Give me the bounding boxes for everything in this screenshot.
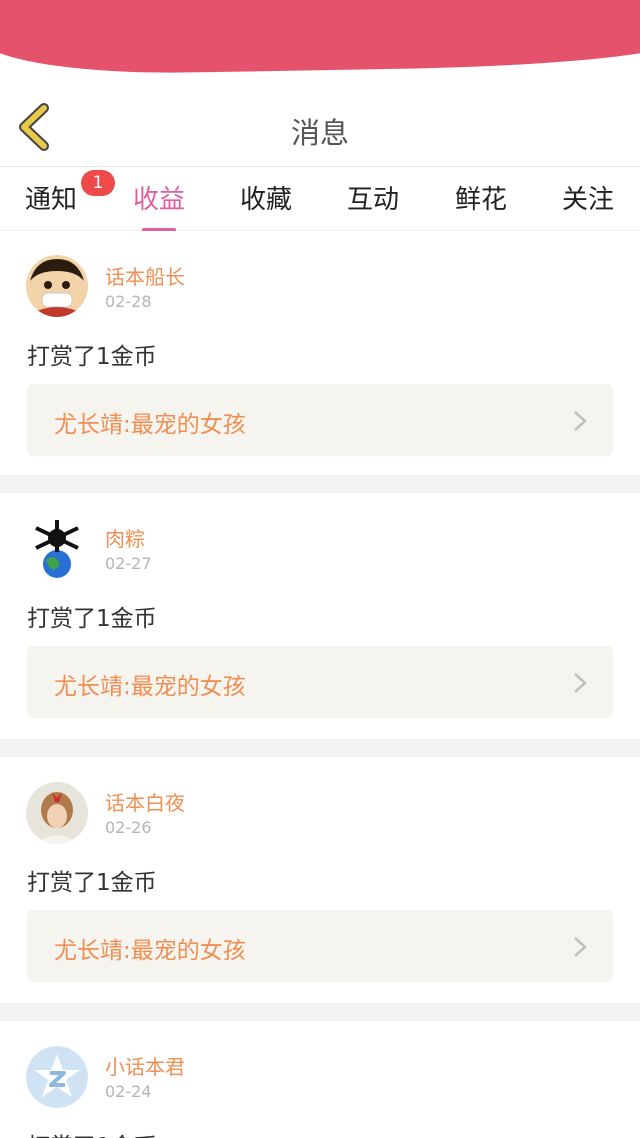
username[interactable]: 话本白夜 (105, 787, 185, 816)
message-text: 打赏了1金币 (27, 870, 157, 896)
username[interactable]: 肉粽 (105, 523, 145, 552)
chevron-right-icon (574, 937, 587, 957)
work-link[interactable]: 尤长靖:最宠的女孩 (27, 910, 613, 982)
work-link[interactable]: 尤长靖:最宠的女孩 (27, 646, 613, 718)
tab-favorites[interactable]: 收藏 (226, 179, 306, 216)
tab-follow[interactable]: 关注 (548, 179, 628, 216)
message-card: 话本白夜 02-26 打赏了1金币 尤长靖:最宠的女孩 (0, 757, 640, 1003)
message-card: 肉粽 02-27 打赏了1金币 尤长靖:最宠的女孩 (0, 493, 640, 739)
tab-label: 关注 (561, 185, 614, 215)
work-title: 尤长靖:最宠的女孩 (54, 674, 246, 700)
tab-label: 鲜花 (454, 185, 507, 215)
tab-notice[interactable]: 通知 1 (11, 170, 115, 216)
page-title: 消息 (290, 116, 349, 150)
username[interactable]: 话本船长 (105, 261, 185, 290)
username[interactable]: 小话本君 (105, 1051, 185, 1080)
user-avatar[interactable] (26, 1046, 88, 1108)
globe-avatar-icon (26, 518, 88, 580)
user-avatar[interactable] (26, 782, 88, 844)
message-date: 02-24 (105, 1082, 152, 1101)
message-date: 02-28 (105, 292, 152, 311)
tab-flowers[interactable]: 鲜花 (441, 179, 521, 216)
tab-earnings[interactable]: 收益 (119, 179, 199, 232)
tab-label: 通知 (24, 185, 77, 215)
tab-bar: 通知 1 收益 收藏 互动 鲜花 关注 (0, 167, 640, 232)
message-text: 打赏了1金币 (27, 606, 157, 632)
work-link[interactable]: 尤长靖:最宠的女孩 (27, 384, 613, 456)
tab-interaction[interactable]: 互动 (333, 179, 413, 216)
chevron-right-icon (574, 411, 587, 431)
unread-badge: 1 (81, 170, 115, 196)
redaction-scribble (0, 0, 640, 77)
message-date: 02-26 (105, 818, 152, 837)
user-avatar[interactable] (26, 518, 88, 580)
logo-avatar-icon (26, 1046, 88, 1108)
work-title: 尤长靖:最宠的女孩 (54, 938, 246, 964)
message-text: 打赏了1金币 (27, 344, 157, 370)
user-avatar[interactable] (26, 255, 88, 317)
tab-label: 收益 (132, 185, 185, 215)
message-text: 打赏了1金币 (27, 1127, 157, 1138)
message-date: 02-27 (105, 554, 152, 573)
work-title: 尤长靖:最宠的女孩 (54, 412, 246, 438)
tab-label: 互动 (346, 185, 399, 215)
status-bar (0, 0, 640, 88)
message-card: 小话本君 02-24 打赏了1金币 (0, 1021, 640, 1138)
cartoon-avatar-icon (26, 255, 88, 317)
tab-label: 收藏 (239, 185, 292, 215)
nav-header: 消息 (0, 88, 640, 167)
chevron-right-icon (574, 673, 587, 693)
message-card: 话本船长 02-28 打赏了1金币 尤长靖:最宠的女孩 (0, 231, 640, 475)
photo-avatar-icon (26, 782, 88, 844)
